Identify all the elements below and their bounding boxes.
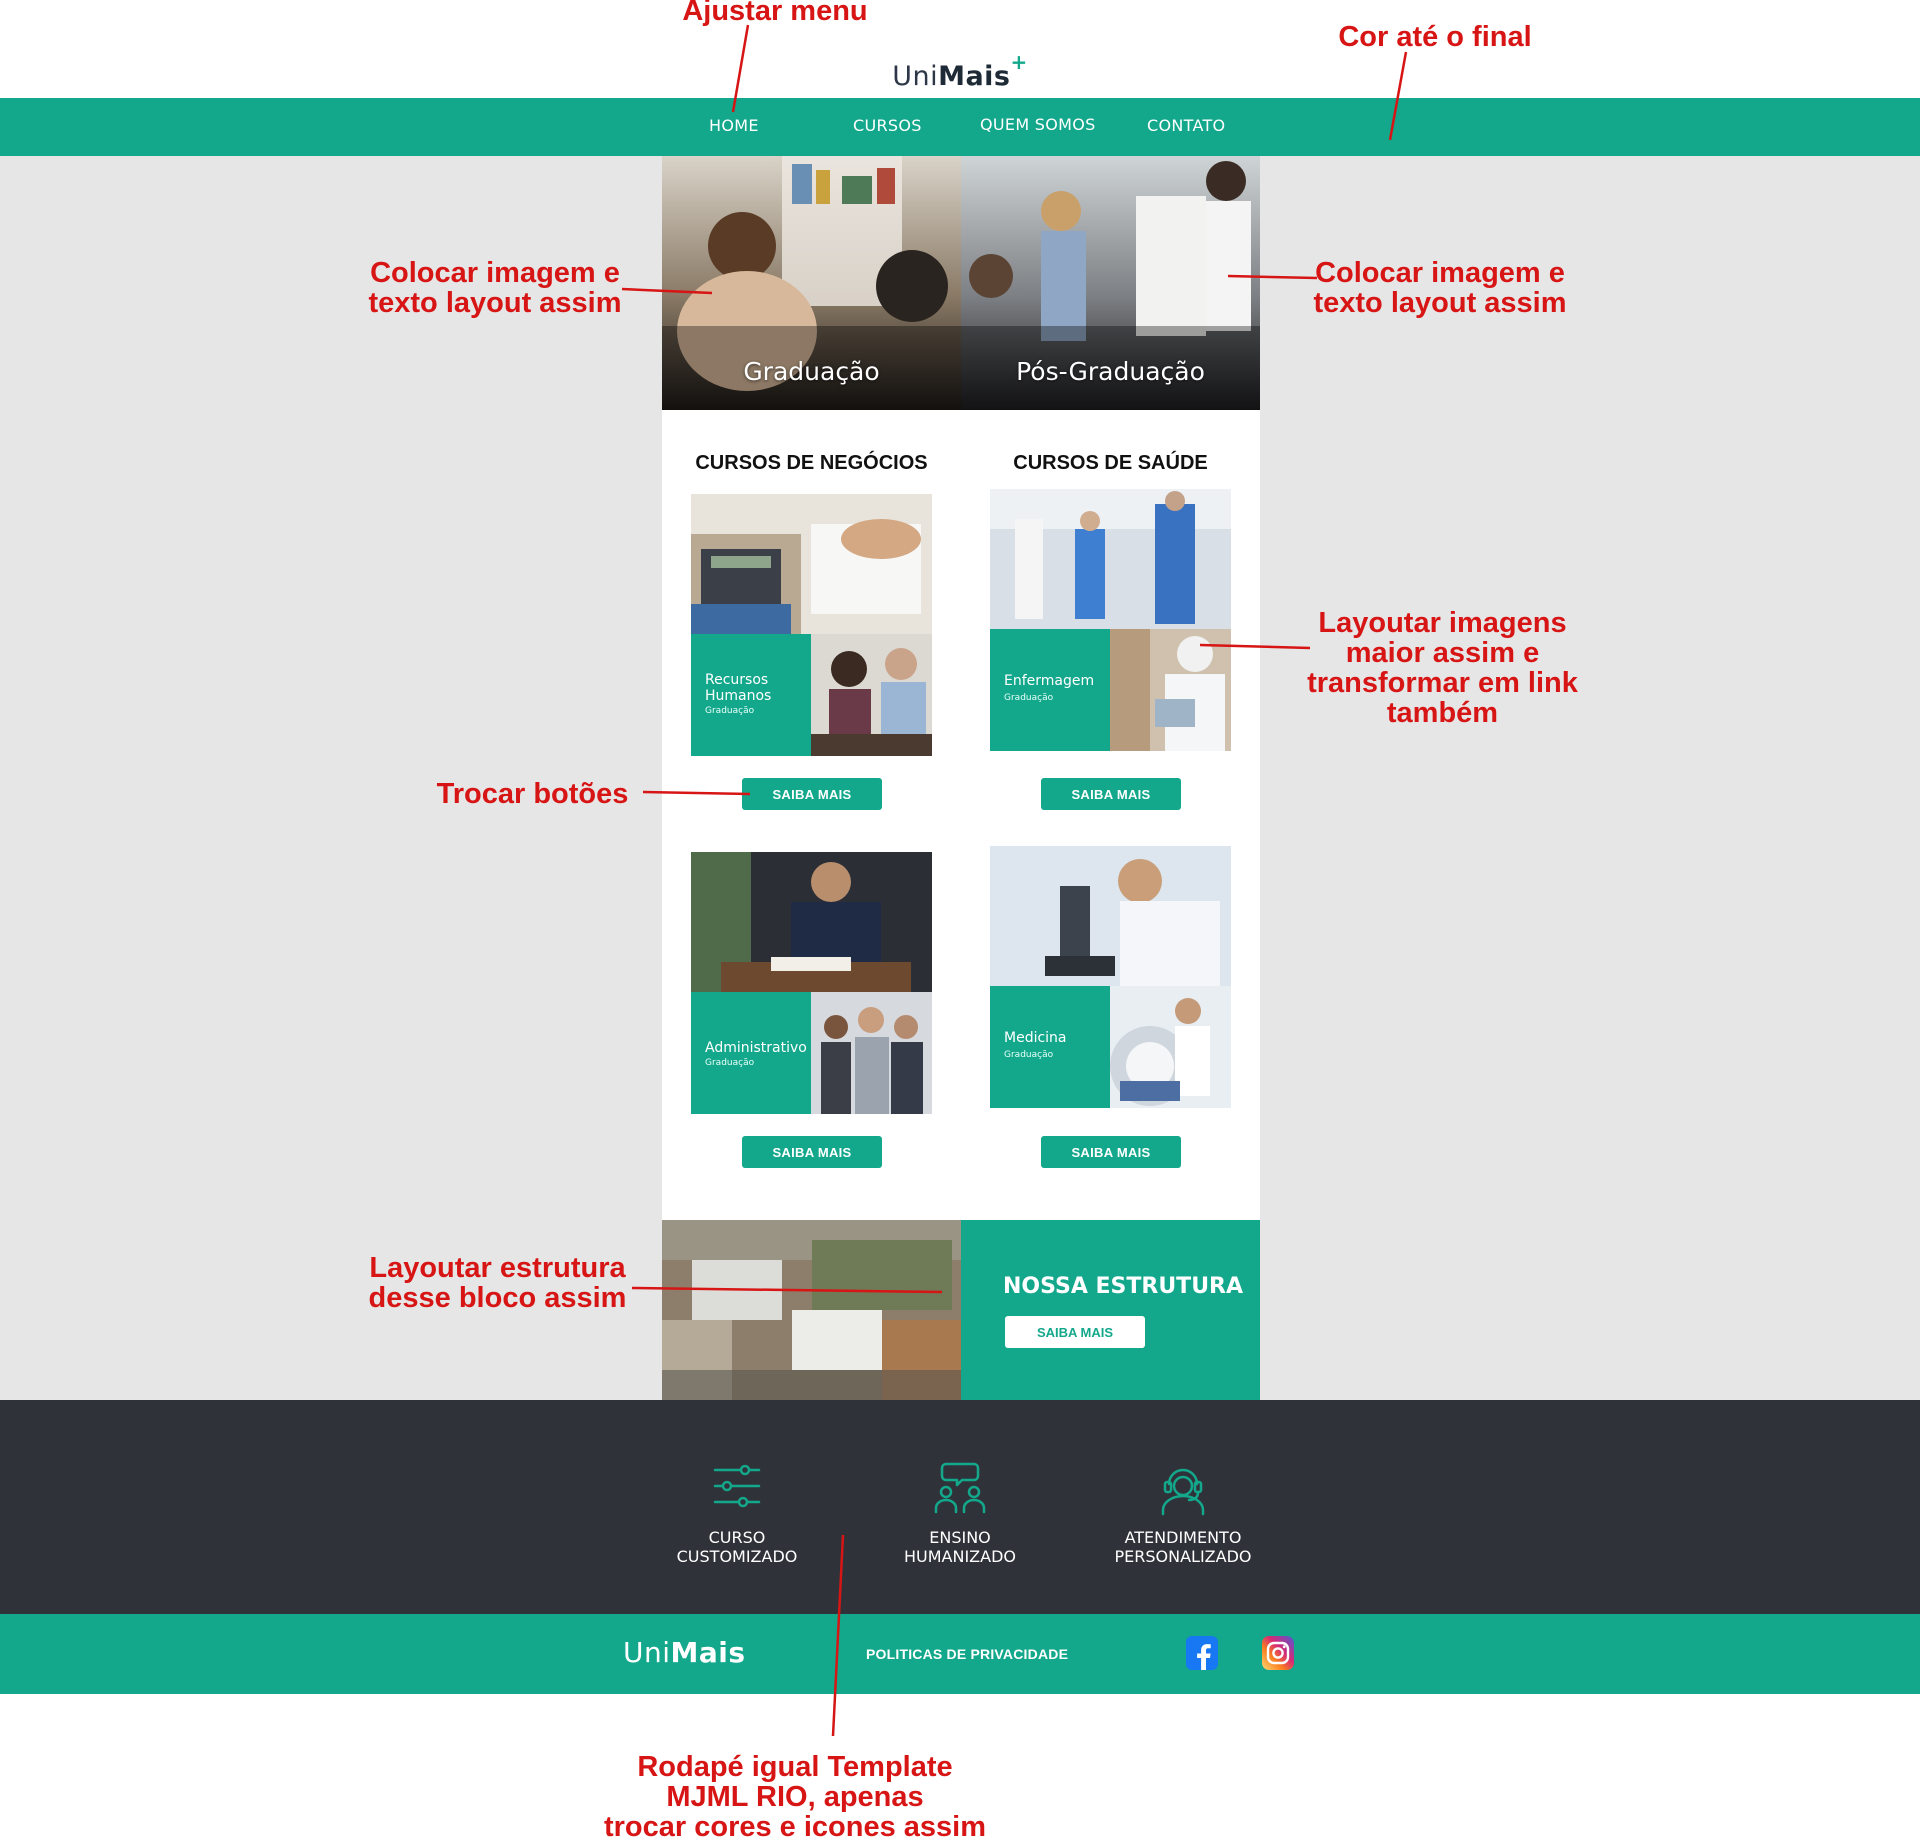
card-label-panel: Enfermagem Graduação — [990, 629, 1110, 751]
card-subtitle: Graduação — [1004, 693, 1054, 703]
annotation-hero-right: Colocar imagem e texto layout assim — [1300, 258, 1580, 318]
main-nav: HOME CURSOS QUEM SOMOS CONTATO — [0, 98, 1920, 156]
feature-label-line2: HUMANIZADO — [904, 1547, 1016, 1566]
card-subtitle: Graduação — [705, 706, 755, 716]
footer-logo[interactable]: UniMais — [623, 1636, 746, 1669]
annotation-images-line2: maior assim e — [1345, 637, 1540, 669]
card-image-scanner — [1110, 986, 1231, 1108]
card-image-nurse — [1110, 629, 1231, 751]
card-title-line2: Humanos — [705, 688, 772, 704]
estrutura-saiba-mais-button[interactable]: SAIBA MAIS — [1005, 1316, 1145, 1348]
footer-logo-bold: Mais — [670, 1636, 746, 1669]
hero-pos-graduacao-label: Pós-Graduação — [1016, 357, 1205, 386]
annotation-estrutura-line1: Layoutar estrutura — [369, 1252, 626, 1284]
card-image-lawyer — [691, 852, 932, 992]
instagram-icon[interactable] — [1262, 1636, 1294, 1670]
saiba-mais-button[interactable]: SAIBA MAIS — [742, 1136, 882, 1168]
hero-graduacao[interactable]: Graduação — [662, 156, 961, 410]
feature-label-line1: CURSO — [708, 1528, 766, 1547]
card-label-panel: Medicina Graduação — [990, 986, 1110, 1108]
annotation-images-line1: Layoutar imagens — [1318, 607, 1567, 639]
features-band: CURSO CUSTOMIZADO ENSINO HUMANIZADO ATEN… — [0, 1400, 1920, 1614]
footer-bar: UniMais POLITICAS DE PRIVACIDADE — [0, 1614, 1920, 1694]
card-image-microscope — [990, 846, 1231, 986]
annotation-images-line3: transformar em link — [1307, 667, 1578, 699]
annotation-menu: Ajustar menu — [682, 0, 868, 27]
footer-logo-regular: Uni — [623, 1636, 671, 1669]
logo-bold: Mais — [938, 61, 1011, 92]
nav-item-cursos[interactable]: CURSOS — [853, 116, 922, 135]
course-card-enfermagem[interactable]: Enfermagem Graduação — [990, 489, 1231, 751]
card-image-hospital — [990, 489, 1231, 629]
annotation-hero-left-line1: Colocar imagem e — [370, 257, 620, 289]
logo-regular: Uni — [892, 61, 939, 92]
card-title: Enfermagem — [1004, 673, 1095, 689]
annotation-footer-line1: Rodapé igual Template — [637, 1751, 953, 1783]
card-image-team — [811, 992, 932, 1114]
feature-curso-customizado: CURSO CUSTOMIZADO — [637, 1460, 837, 1566]
feature-atendimento-personalizado: ATENDIMENTO PERSONALIZADO — [1083, 1460, 1283, 1566]
header-logo[interactable]: UniMais+ — [0, 50, 1920, 92]
estrutura-campus-image — [662, 1220, 961, 1400]
annotation-buttons: Trocar botões — [436, 778, 629, 810]
saiba-mais-button[interactable]: SAIBA MAIS — [1041, 1136, 1181, 1168]
annotation-footer-line3: trocar cores e icones assim — [603, 1811, 987, 1837]
section-title-saude: CURSOS DE SAÚDE — [1013, 452, 1208, 474]
logo-plus: + — [1010, 50, 1028, 74]
annotation-images-line4: também — [1386, 697, 1499, 729]
annotation-hero-right-line2: texto layout assim — [1313, 287, 1567, 319]
people-chat-icon — [934, 1462, 986, 1514]
saiba-mais-button[interactable]: SAIBA MAIS — [742, 778, 882, 810]
annotation-images: Layoutar imagens maior assim e transform… — [1300, 608, 1585, 728]
feature-label-line1: ENSINO — [929, 1528, 991, 1547]
card-title: Recursos — [705, 672, 769, 688]
annotation-hero-left-line2: texto layout assim — [368, 287, 622, 319]
nav-item-contato[interactable]: CONTATO — [1147, 116, 1225, 135]
hero-graduacao-label: Graduação — [743, 357, 880, 386]
nav-item-home[interactable]: HOME — [709, 116, 759, 135]
annotation-estrutura: Layoutar estrutura desse bloco assim — [355, 1253, 640, 1313]
feature-label-line2: CUSTOMIZADO — [676, 1547, 798, 1566]
feature-ensino-humanizado: ENSINO HUMANIZADO — [860, 1460, 1060, 1566]
annotation-hero-left: Colocar imagem e texto layout assim — [355, 258, 635, 318]
feature-label-line1: ATENDIMENTO — [1124, 1528, 1242, 1547]
card-title: Medicina — [1004, 1030, 1067, 1046]
annotation-hero-right-line1: Colocar imagem e — [1315, 257, 1565, 289]
annotation-footer-line2: MJML RIO, apenas — [666, 1781, 924, 1813]
nav-item-quem-somos[interactable]: QUEM SOMOS — [980, 115, 1096, 134]
hero-pos-graduacao[interactable]: Pós-Graduação — [961, 156, 1260, 410]
facebook-icon[interactable] — [1186, 1636, 1218, 1670]
course-card-recursos-humanos[interactable]: Recursos Humanos Graduação — [691, 494, 932, 756]
estrutura-panel: NOSSA ESTRUTURA SAIBA MAIS — [961, 1220, 1260, 1400]
card-subtitle: Graduação — [705, 1058, 755, 1068]
annotation-color: Cor até o final — [1338, 21, 1532, 53]
card-image-finance — [691, 494, 932, 634]
feature-label-line2: PERSONALIZADO — [1114, 1547, 1252, 1566]
sliders-icon — [713, 1464, 761, 1508]
card-subtitle: Graduação — [1004, 1050, 1054, 1060]
privacy-policy-link[interactable]: POLITICAS DE PRIVACIDADE — [866, 1646, 1068, 1662]
annotation-estrutura-line2: desse bloco assim — [368, 1282, 627, 1314]
estrutura-title: NOSSA ESTRUTURA — [1003, 1274, 1244, 1299]
card-label-panel: Recursos Humanos Graduação — [691, 634, 811, 756]
saiba-mais-button[interactable]: SAIBA MAIS — [1041, 778, 1181, 810]
card-title: Administrativo — [705, 1040, 807, 1056]
course-card-medicina[interactable]: Medicina Graduação — [990, 846, 1231, 1108]
course-card-administrativo[interactable]: Administrativo Graduação — [691, 852, 932, 1114]
headset-agent-icon — [1161, 1468, 1205, 1516]
content-column: Graduação Pós-Graduação CURSOS DE NEGÓCI… — [662, 156, 1260, 1400]
card-image-people — [811, 634, 932, 756]
section-title-negocios: CURSOS DE NEGÓCIOS — [695, 452, 928, 474]
card-label-panel: Administrativo Graduação — [691, 992, 811, 1114]
annotation-footer: Rodapé igual Template MJML RIO, apenas t… — [600, 1752, 990, 1837]
